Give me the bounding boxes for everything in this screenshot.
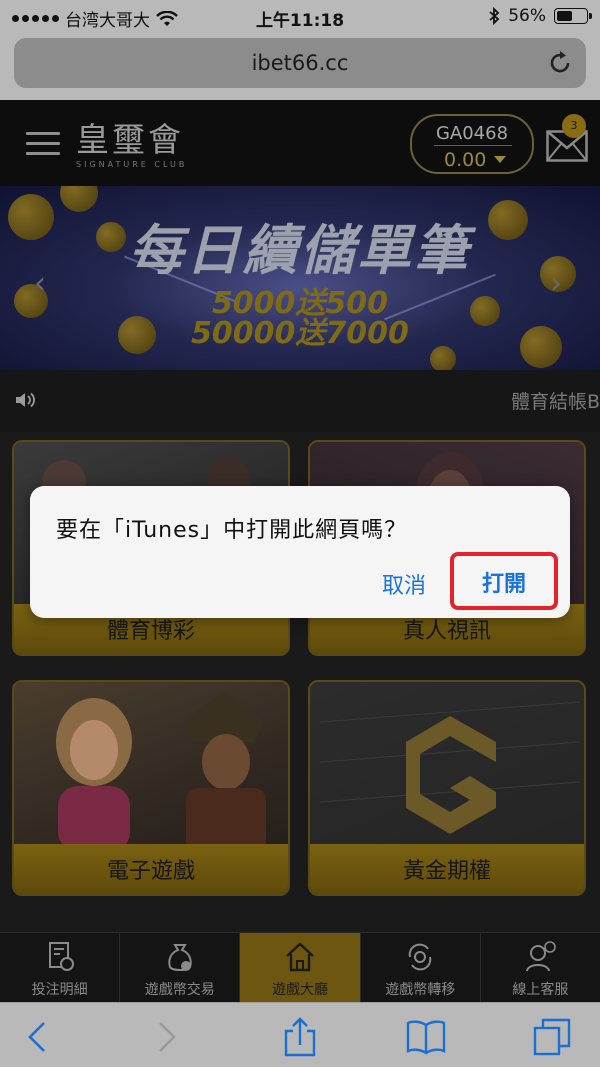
home-icon bbox=[286, 942, 314, 972]
cancel-button[interactable]: 取消 bbox=[382, 568, 426, 600]
forward-icon[interactable] bbox=[146, 1017, 186, 1057]
back-icon[interactable] bbox=[18, 1017, 58, 1057]
tile-label-bar: 黃金期權 bbox=[310, 844, 584, 894]
browser-toolbar bbox=[0, 1002, 600, 1067]
coin-bag-icon bbox=[168, 944, 192, 971]
menu-icon[interactable] bbox=[26, 132, 60, 156]
tab-label: 遊戲大廳 bbox=[272, 982, 328, 998]
browser-address-area: ibet66.cc bbox=[0, 34, 600, 100]
account-id: GA0468 bbox=[435, 123, 509, 144]
tab-bet-records[interactable]: 投注明細 bbox=[0, 933, 121, 1002]
tab-customer-service[interactable]: 線上客服 bbox=[481, 933, 600, 1002]
site-header: 皇璽會 SIGNATURE CLUB GA0468 0.00 bbox=[0, 100, 600, 186]
promo-banner[interactable]: ‹ › 每日續儲單筆 5000送500 50000送7000 bbox=[0, 186, 600, 370]
tile-label-bar: 電子遊戲 bbox=[14, 844, 288, 894]
open-button-highlight: 打開 bbox=[450, 552, 558, 610]
balance-value: 0.00 bbox=[444, 149, 487, 171]
dialog-message: 要在「iTunes」中打開此網頁嗎？ bbox=[56, 518, 408, 543]
logo-title: 皇璽會 bbox=[76, 120, 184, 159]
reload-icon[interactable] bbox=[546, 49, 574, 77]
account-divider bbox=[434, 145, 512, 146]
tab-coin-trade[interactable]: 遊戲幣交易 bbox=[120, 933, 241, 1002]
account-balance-button[interactable]: GA0468 0.00 bbox=[410, 114, 534, 174]
battery-fill bbox=[557, 11, 573, 21]
share-icon[interactable] bbox=[280, 1017, 320, 1057]
logo-subtitle: SIGNATURE CLUB bbox=[76, 160, 188, 169]
customer-service-icon bbox=[526, 941, 557, 972]
announcement-marquee[interactable]: 體育結帳B bbox=[0, 370, 600, 432]
speaker-icon bbox=[16, 392, 35, 408]
battery-icon bbox=[554, 8, 592, 24]
bet-record-icon bbox=[48, 942, 74, 971]
tab-label: 投注明細 bbox=[31, 982, 88, 998]
tab-coin-transfer[interactable]: 遊戲幣轉移 bbox=[361, 933, 481, 1002]
status-right: 56% bbox=[488, 6, 592, 26]
address-bar[interactable]: ibet66.cc bbox=[14, 38, 586, 88]
transfer-icon bbox=[408, 943, 432, 971]
tabs-icon[interactable] bbox=[532, 1017, 572, 1057]
tab-label: 線上客服 bbox=[512, 982, 569, 998]
tile-slots[interactable]: 電子遊戲 bbox=[12, 680, 290, 896]
banner-title: 每日續儲單筆 bbox=[129, 219, 471, 282]
marquee-text: 體育結帳B bbox=[510, 391, 600, 413]
tile-label: 黃金期權 bbox=[402, 859, 491, 884]
tile-label: 電子遊戲 bbox=[106, 859, 195, 884]
battery-percent: 56% bbox=[508, 6, 546, 26]
tab-game-lobby[interactable]: 遊戲大廳 bbox=[240, 933, 361, 1002]
tab-label: 遊戲幣轉移 bbox=[385, 982, 456, 998]
tile-gold-options[interactable]: 黃金期權 bbox=[308, 680, 586, 896]
banner-offer-2: 50000送7000 bbox=[191, 316, 409, 351]
site-logo[interactable]: 皇璽會 SIGNATURE CLUB bbox=[76, 120, 188, 170]
mail-count-badge: 3 bbox=[562, 114, 586, 138]
status-bar: 台湾大哥大 上午11:18 56% bbox=[0, 0, 600, 34]
open-button[interactable]: 打開 bbox=[454, 566, 554, 598]
tab-label: 遊戲幣交易 bbox=[144, 982, 215, 998]
bottom-tab-bar: 投注明細 遊戲幣交易 遊戲大廳 遊戲幣轉移 線上客服 bbox=[0, 932, 600, 1002]
url-text: ibet66.cc bbox=[251, 51, 349, 75]
chevron-down-icon bbox=[494, 156, 506, 163]
open-in-itunes-dialog: 要在「iTunes」中打開此網頁嗎？ 取消 打開 bbox=[30, 486, 570, 618]
bluetooth-icon bbox=[489, 7, 500, 25]
bookmarks-icon[interactable] bbox=[406, 1017, 446, 1057]
